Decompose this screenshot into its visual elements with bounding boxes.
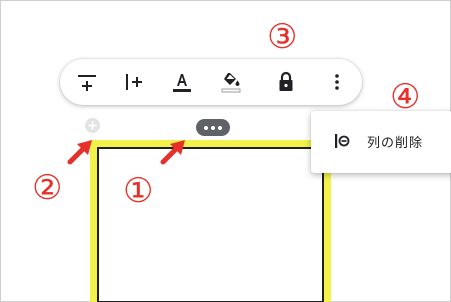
delete-column-menu-item[interactable]: 列の削除	[311, 121, 451, 161]
lock-button[interactable]	[271, 67, 301, 97]
handle-dot	[204, 125, 208, 130]
text-color-button[interactable]	[167, 67, 197, 97]
context-menu: 列の削除	[311, 111, 451, 173]
table-cell[interactable]	[90, 140, 331, 302]
more-options-button[interactable]	[322, 67, 352, 97]
delete-column-label: 列の削除	[367, 135, 424, 151]
annotation-marker-1: ①	[123, 171, 154, 211]
insert-row-icon	[78, 75, 96, 91]
column-handle[interactable]	[196, 119, 230, 136]
add-column-button[interactable]	[85, 118, 100, 133]
more-vert-icon	[335, 74, 339, 90]
text-color-icon	[173, 74, 191, 92]
handle-dot	[211, 125, 215, 130]
lock-icon	[279, 71, 293, 91]
annotation-marker-4: ④	[390, 77, 421, 117]
table-toolbar	[60, 59, 362, 105]
annotation-arrow-1	[160, 140, 185, 165]
fill-color-icon	[221, 73, 241, 93]
screenshot: 列の削除 ① ② ③ ④	[0, 0, 451, 302]
annotation-marker-3: ③	[267, 17, 298, 57]
insert-column-button[interactable]	[119, 67, 149, 97]
plus-icon	[88, 121, 97, 130]
delete-column-icon	[332, 131, 352, 151]
annotation-arrow-2	[67, 140, 92, 165]
annotation-marker-2: ②	[32, 168, 63, 208]
insert-column-icon	[126, 74, 142, 90]
handle-dot	[218, 125, 222, 130]
fill-color-button[interactable]	[216, 67, 246, 97]
insert-row-button[interactable]	[72, 67, 102, 97]
